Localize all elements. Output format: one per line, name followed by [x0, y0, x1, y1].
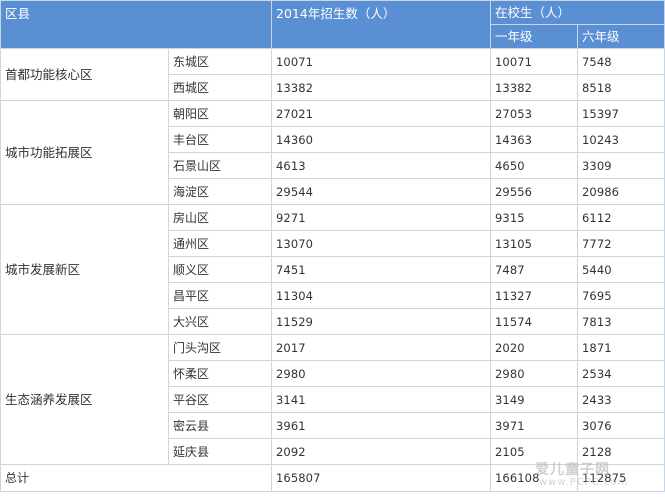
- total-grade-1-value: 166108: [490, 464, 579, 492]
- grade-1-value: 7487: [490, 256, 579, 283]
- header-district: 区县: [0, 0, 273, 49]
- district-name: 密云县: [167, 412, 273, 439]
- grade-6-value: 2128: [577, 438, 665, 465]
- enroll-2014-value: 13070: [271, 230, 492, 257]
- enroll-2014-value: 2017: [271, 334, 492, 361]
- district-name: 石景山区: [167, 152, 273, 179]
- grade-1-value: 3971: [490, 412, 579, 439]
- enroll-2014-value: 9271: [271, 204, 492, 231]
- grade-1-value: 13105: [490, 230, 579, 257]
- district-name: 怀柔区: [167, 360, 273, 387]
- district-name: 通州区: [167, 230, 273, 257]
- enroll-2014-value: 14360: [271, 126, 492, 153]
- enroll-2014-value: 29544: [271, 178, 492, 205]
- grade-1-value: 29556: [490, 178, 579, 205]
- enroll-2014-value: 13382: [271, 74, 492, 101]
- table-row: 首都功能核心区 东城区 10071 10071 7548: [0, 48, 665, 101]
- district-name: 延庆县: [167, 438, 273, 465]
- enroll-2014-value: 4613: [271, 152, 492, 179]
- table-row: 生态涵养发展区 门头沟区 2017 2020 1871: [0, 334, 665, 465]
- grade-1-value: 3149: [490, 386, 579, 413]
- enroll-2014-value: 11529: [271, 308, 492, 335]
- header-enroll-2014: 2014年招生数（人）: [271, 0, 492, 49]
- grade-6-value: 7813: [577, 308, 665, 335]
- enroll-2014-value: 11304: [271, 282, 492, 309]
- grade-6-value: 15397: [577, 100, 665, 127]
- header-row-top: 区县 2014年招生数（人） 在校生（人）: [0, 0, 665, 49]
- grade-6-value: 1871: [577, 334, 665, 361]
- grade-1-value: 10071: [490, 48, 579, 75]
- grade-6-value: 8518: [577, 74, 665, 101]
- grade-6-value: 3309: [577, 152, 665, 179]
- enroll-2014-value: 3961: [271, 412, 492, 439]
- total-grade-6-value: 112875: [577, 464, 665, 492]
- district-name: 海淀区: [167, 178, 273, 205]
- grade-6-value: 20986: [577, 178, 665, 205]
- grade-6-value: 7772: [577, 230, 665, 257]
- district-name: 顺义区: [167, 256, 273, 283]
- district-name: 昌平区: [167, 282, 273, 309]
- grade-6-value: 7548: [577, 48, 665, 75]
- grade-1-value: 4650: [490, 152, 579, 179]
- district-name: 朝阳区: [167, 100, 273, 127]
- group-name: 城市功能拓展区: [0, 100, 169, 205]
- district-name: 东城区: [167, 48, 273, 75]
- district-name: 门头沟区: [167, 334, 273, 361]
- grade-6-value: 7695: [577, 282, 665, 309]
- header-in-school: 在校生（人）: [490, 0, 665, 25]
- district-name: 丰台区: [167, 126, 273, 153]
- grade-6-value: 5440: [577, 256, 665, 283]
- enrollment-table: 区县 2014年招生数（人） 在校生（人） 一年级 六年级 首都功能核心区 东城区…: [0, 0, 665, 492]
- enroll-2014-value: 3141: [271, 386, 492, 413]
- total-enroll-value: 165807: [271, 464, 492, 492]
- grade-1-value: 2105: [490, 438, 579, 465]
- grade-1-value: 27053: [490, 100, 579, 127]
- district-name: 大兴区: [167, 308, 273, 335]
- grade-1-value: 2020: [490, 334, 579, 361]
- district-name: 房山区: [167, 204, 273, 231]
- enroll-2014-value: 2980: [271, 360, 492, 387]
- grade-6-value: 6112: [577, 204, 665, 231]
- district-name: 平谷区: [167, 386, 273, 413]
- grade-6-value: 2534: [577, 360, 665, 387]
- grade-6-value: 2433: [577, 386, 665, 413]
- table-row: 城市发展新区 房山区 9271 9315 6112: [0, 204, 665, 335]
- total-label: 总计: [0, 464, 273, 492]
- grade-1-value: 9315: [490, 204, 579, 231]
- grade-1-value: 2980: [490, 360, 579, 387]
- district-name: 西城区: [167, 74, 273, 101]
- group-name: 首都功能核心区: [0, 48, 169, 101]
- enroll-2014-value: 7451: [271, 256, 492, 283]
- group-name: 生态涵养发展区: [0, 334, 169, 465]
- grade-1-value: 13382: [490, 74, 579, 101]
- grade-6-value: 3076: [577, 412, 665, 439]
- enroll-2014-value: 10071: [271, 48, 492, 75]
- group-name: 城市发展新区: [0, 204, 169, 335]
- grade-1-value: 14363: [490, 126, 579, 153]
- enroll-2014-value: 27021: [271, 100, 492, 127]
- header-grade-6: 六年级: [577, 24, 665, 49]
- grade-6-value: 10243: [577, 126, 665, 153]
- table-row: 城市功能拓展区 朝阳区 27021 27053 15397: [0, 100, 665, 205]
- header-grade-1: 一年级: [490, 24, 579, 49]
- grade-1-value: 11327: [490, 282, 579, 309]
- grade-1-value: 11574: [490, 308, 579, 335]
- enroll-2014-value: 2092: [271, 438, 492, 465]
- total-row: 总计 165807 166108 112875: [0, 464, 665, 492]
